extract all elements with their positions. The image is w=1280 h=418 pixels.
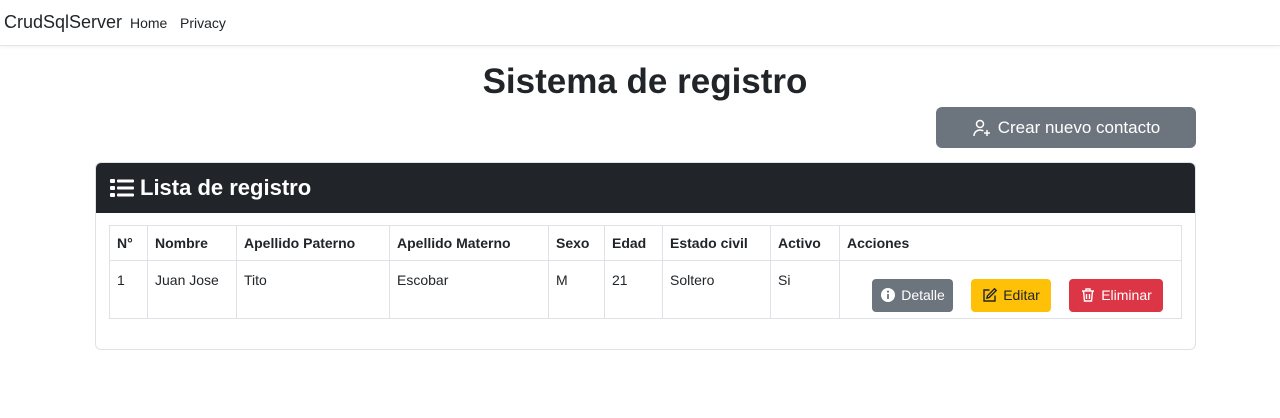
cell-nombre: Juan Jose	[147, 260, 237, 319]
trash-icon	[1082, 288, 1095, 302]
eliminar-button[interactable]: Eliminar	[1069, 278, 1163, 312]
navbar-brand[interactable]: CrudSqlServer	[4, 12, 122, 33]
navbar: CrudSqlServer Home Privacy	[0, 0, 1280, 46]
editar-button[interactable]: Editar	[971, 278, 1051, 312]
col-header-activo: Activo	[770, 225, 840, 261]
col-header-sexo: Sexo	[548, 225, 605, 261]
cell-estado: Soltero	[662, 260, 771, 319]
info-icon	[881, 288, 896, 302]
nav-link-home[interactable]: Home	[130, 15, 167, 31]
col-header-nombre: Nombre	[147, 225, 237, 261]
col-header-paterno: Apellido Paterno	[236, 225, 390, 261]
person-add-icon	[972, 119, 990, 136]
detalle-button[interactable]: Detalle	[872, 278, 953, 312]
cell-acciones: Detalle Editar Eliminar	[839, 260, 1182, 319]
col-header-edad: Edad	[604, 225, 663, 261]
eliminar-label: Eliminar	[1101, 287, 1152, 303]
table-row: 1 Juan Jose Tito Escobar M 21 Soltero Si	[109, 260, 1182, 319]
col-header-estado: Estado civil	[662, 225, 771, 261]
card-title: Lista de registro	[140, 175, 312, 200]
registro-table: N° Nombre Apellido Paterno Apellido Mate…	[109, 225, 1182, 319]
list-icon	[110, 179, 134, 197]
actions-group: Detalle Editar Eliminar	[847, 272, 1174, 318]
cell-activo: Si	[770, 260, 840, 319]
table-header-row: N° Nombre Apellido Paterno Apellido Mate…	[109, 225, 1182, 261]
nav-link-privacy[interactable]: Privacy	[180, 15, 226, 31]
cell-edad: 21	[604, 260, 663, 319]
edit-icon	[983, 287, 998, 302]
cell-sexo: M	[548, 260, 605, 319]
cell-paterno: Tito	[236, 260, 390, 319]
cell-materno: Escobar	[389, 260, 549, 319]
registro-card: Lista de registro N° Nombre Apellido Pat…	[95, 162, 1196, 350]
cell-num: 1	[109, 260, 148, 319]
col-header-num: N°	[109, 225, 148, 261]
card-header: Lista de registro	[96, 163, 1195, 213]
page-title: Sistema de registro	[482, 62, 808, 101]
create-contact-label: Crear nuevo contacto	[997, 117, 1161, 137]
col-header-acciones: Acciones	[839, 225, 1182, 261]
create-contact-button[interactable]: Crear nuevo contacto	[936, 107, 1196, 148]
detalle-label: Detalle	[901, 287, 945, 303]
col-header-materno: Apellido Materno	[389, 225, 549, 261]
editar-label: Editar	[1003, 287, 1040, 303]
